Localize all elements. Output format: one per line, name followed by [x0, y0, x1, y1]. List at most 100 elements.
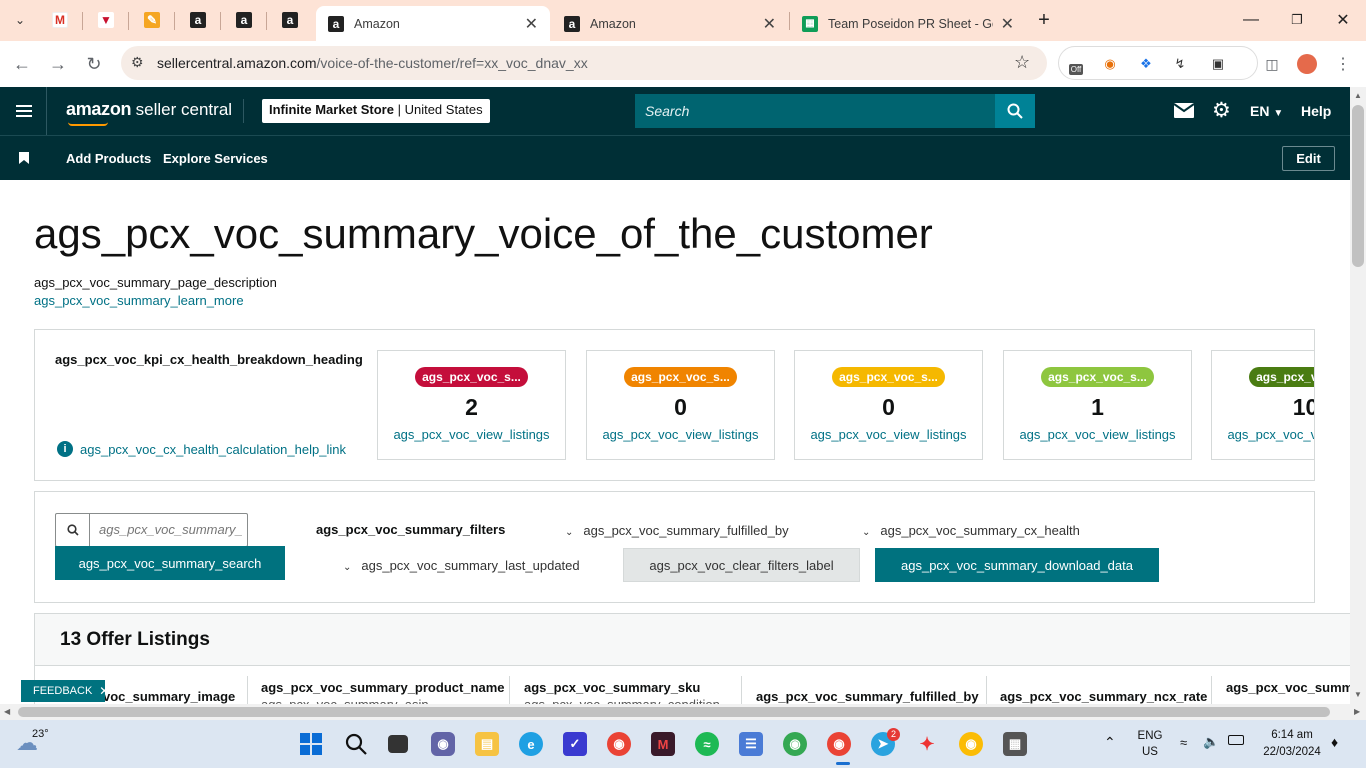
kpi-status-badge: ags_pcx_voc_s...	[832, 367, 945, 387]
feedback-button[interactable]: FEEDBACK ✕	[21, 680, 109, 702]
chrome-active-icon[interactable]: ◉	[827, 732, 851, 756]
column-header-ncx-rate[interactable]: ags_pcx_voc_summary_ncx_rate	[1000, 689, 1207, 704]
forward-icon[interactable]: →	[45, 51, 71, 77]
store-selector[interactable]: Infinite Market Store | United States	[262, 99, 490, 123]
chrome-icon[interactable]: ◉	[607, 732, 631, 756]
chrome-profile-icon[interactable]: ◉	[783, 732, 807, 756]
language-indicator[interactable]: ENG	[1134, 730, 1166, 742]
new-tab-icon[interactable]: +	[1029, 8, 1059, 32]
fulfilled-by-filter[interactable]: ⌄ ags_pcx_voc_summary_fulfilled_by	[565, 523, 789, 538]
tab-sheets[interactable]: ▦ Team Poseidon PR Sheet - Goo ✕	[790, 6, 1026, 41]
cx-health-filter[interactable]: ⌄ ags_pcx_voc_summary_cx_health	[862, 523, 1080, 538]
clock-time[interactable]: 6:14 am	[1256, 729, 1328, 741]
last-updated-filter[interactable]: ⌄ ags_pcx_voc_summary_last_updated	[343, 558, 580, 573]
kpi-value: 10	[1292, 394, 1314, 420]
column-header-fulfilled-by[interactable]: ags_pcx_voc_summary_fulfilled_by	[756, 689, 979, 704]
minimize-icon[interactable]: —	[1236, 8, 1266, 32]
page-content: ags_pcx_voc_summary_voice_of_the_custome…	[0, 180, 1350, 704]
help-link[interactable]: Help	[1301, 103, 1331, 119]
notepad-icon[interactable]: ☰	[739, 732, 763, 756]
view-listings-link[interactable]: ags_pcx_voc_view_listings	[1212, 427, 1314, 442]
cx-health-help-link[interactable]: ags_pcx_voc_cx_health_calculation_help_l…	[80, 442, 346, 457]
close-tab-icon[interactable]: ✕	[763, 14, 776, 34]
view-listings-link[interactable]: ags_pcx_voc_view_listings	[378, 427, 565, 442]
view-listings-link[interactable]: ags_pcx_voc_view_listings	[587, 427, 774, 442]
start-windows-icon[interactable]	[299, 732, 323, 756]
volume-icon[interactable]: 🔈	[1203, 734, 1219, 750]
search-button[interactable]: ags_pcx_voc_summary_search	[55, 546, 285, 580]
site-info-icon[interactable]: ⚙	[131, 54, 144, 71]
search-icon[interactable]	[344, 732, 368, 756]
search-button[interactable]	[995, 94, 1035, 128]
puzzle-icon[interactable]: ▣	[1209, 55, 1227, 73]
teams-chat-icon[interactable]: ◉	[431, 732, 455, 756]
tab-amazon-active[interactable]: a Amazon ✕	[316, 6, 550, 41]
clear-filters-button[interactable]: ags_pcx_voc_clear_filters_label	[623, 548, 860, 582]
amazon-tab-icon[interactable]: a	[186, 8, 210, 32]
back-icon[interactable]: ←	[9, 51, 35, 77]
view-listings-link[interactable]: ags_pcx_voc_view_listings	[1004, 427, 1191, 442]
kpi-heading: ags_pcx_voc_kpi_cx_health_breakdown_head…	[55, 352, 363, 367]
extension-icon[interactable]: ◉	[1101, 55, 1119, 73]
amazon-tab-icon[interactable]: a	[278, 8, 302, 32]
vivaldi-tab-icon[interactable]: ▼	[94, 8, 118, 32]
notification-bell-icon[interactable]: ♦	[1331, 734, 1338, 750]
reload-icon[interactable]: ↻	[81, 51, 107, 77]
kpi-card: ags_pcx_voc_s... 0 ags_pcx_voc_view_list…	[794, 350, 983, 460]
mail-icon[interactable]	[1173, 103, 1195, 123]
task-view-icon[interactable]	[388, 735, 408, 753]
hamburger-menu-icon[interactable]	[16, 102, 32, 120]
extension-icon[interactable]: ❖	[1137, 55, 1155, 73]
vertical-scrollbar[interactable]: ▲ ▼	[1350, 87, 1366, 704]
nav-add-products[interactable]: Add Products	[66, 151, 151, 166]
battery-icon[interactable]	[1228, 735, 1244, 745]
wifi-icon[interactable]: ≈	[1180, 735, 1187, 750]
language-selector[interactable]: EN ▼	[1250, 103, 1283, 119]
kpi-card: ags_pcx_voc_s... 1 ags_pcx_voc_view_list…	[1003, 350, 1192, 460]
column-header-sku[interactable]: ags_pcx_voc_summary_sku	[524, 680, 700, 695]
profile-avatar[interactable]	[1294, 51, 1320, 77]
edit-nav-button[interactable]: Edit	[1282, 146, 1335, 171]
header-search-input[interactable]: Search	[635, 94, 995, 128]
extension-icon[interactable]: ↯	[1171, 55, 1189, 73]
view-listings-link[interactable]: ags_pcx_voc_view_listings	[795, 427, 982, 442]
chrome-icon[interactable]: ◉	[959, 732, 983, 756]
learn-more-link[interactable]: ags_pcx_voc_summary_learn_more	[34, 293, 244, 308]
app-icon[interactable]: M	[651, 732, 675, 756]
file-explorer-icon[interactable]: ▤	[475, 732, 499, 756]
column-header-product-name[interactable]: ags_pcx_voc_summary_product_name	[261, 680, 505, 695]
tab-amazon[interactable]: a Amazon ✕	[552, 6, 788, 41]
horizontal-scrollbar[interactable]: ◀ ▶	[0, 704, 1366, 720]
app-icon[interactable]: ✓	[563, 732, 587, 756]
close-tab-icon[interactable]: ✕	[1001, 14, 1014, 34]
close-window-icon[interactable]: ✕	[1328, 8, 1358, 32]
column-header-more[interactable]: ags_pcx_voc_summa	[1226, 680, 1350, 695]
amazon-tab-icon[interactable]: a	[232, 8, 256, 32]
snipping-tool-icon[interactable]: ✦	[915, 732, 939, 756]
search-input[interactable]: ags_pcx_voc_summary_	[99, 522, 244, 537]
calculator-icon[interactable]: ▦	[1003, 732, 1027, 756]
side-panel-icon[interactable]: ◫	[1259, 51, 1285, 77]
app-tab-icon[interactable]: ✎	[140, 8, 164, 32]
download-data-button[interactable]: ags_pcx_voc_summary_download_data	[875, 548, 1159, 582]
tray-overflow-icon[interactable]: ⌃	[1104, 734, 1116, 751]
restore-icon[interactable]: ❐	[1282, 8, 1312, 32]
edge-icon[interactable]: e	[519, 732, 543, 756]
close-tab-icon[interactable]: ✕	[525, 14, 538, 34]
address-bar[interactable]: ⚙ sellercentral.amazon.com/voice-of-the-…	[121, 46, 1047, 80]
settings-gear-icon[interactable]: ⚙	[1212, 98, 1231, 123]
listing-search-field[interactable]: ags_pcx_voc_summary_	[55, 513, 248, 547]
gmail-tab-icon[interactable]: M	[48, 8, 72, 32]
bookmark-star-icon[interactable]: ☆	[1014, 52, 1030, 73]
extension-off-icon[interactable]: Off	[1067, 55, 1085, 75]
tab-search-chevron-icon[interactable]: ⌄	[8, 8, 32, 32]
seller-central-logo[interactable]: amazon seller central	[66, 99, 232, 126]
column-header-image[interactable]: voc_summary_image	[103, 689, 235, 704]
spotify-icon[interactable]: ≈	[695, 732, 719, 756]
more-menu-icon[interactable]: ⋮	[1330, 51, 1356, 77]
nav-explore-services[interactable]: Explore Services	[163, 151, 268, 166]
language-region[interactable]: US	[1134, 746, 1166, 758]
bookmark-icon[interactable]	[19, 151, 29, 169]
telegram-badge: 2	[887, 728, 900, 741]
clock-date[interactable]: 22/03/2024	[1256, 746, 1328, 758]
